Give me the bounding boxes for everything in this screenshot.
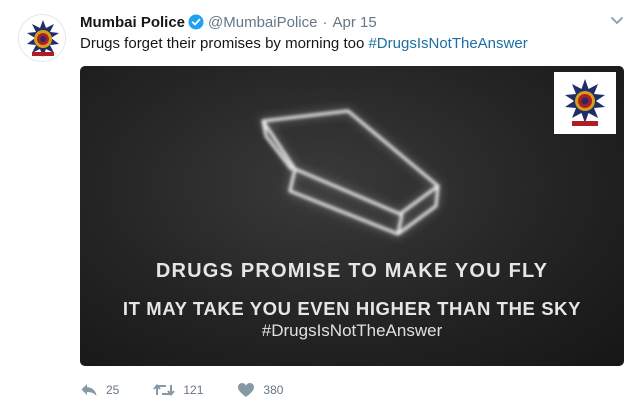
author-handle[interactable]: @MumbaiPolice xyxy=(208,14,317,31)
retweet-button[interactable]: 121 xyxy=(153,382,203,398)
police-emblem-icon xyxy=(21,17,65,61)
tweet-hashtag-link[interactable]: #DrugsIsNotTheAnswer xyxy=(368,35,527,52)
tweet-date[interactable]: Apr 15 xyxy=(332,14,376,31)
verified-badge-icon xyxy=(188,14,204,30)
retweet-count: 121 xyxy=(183,383,204,397)
heart-icon xyxy=(238,383,255,397)
police-emblem-icon xyxy=(561,77,609,126)
author-name[interactable]: Mumbai Police xyxy=(80,14,185,31)
tweet-header: Mumbai Police @MumbaiPolice · Apr 15 xyxy=(80,12,377,32)
like-count: 380 xyxy=(263,383,284,397)
tweet-text-body: Drugs forget their promises by morning t… xyxy=(80,35,369,52)
tweet-text: Drugs forget their promises by morning t… xyxy=(80,35,528,52)
tweet-actions: 25 121 380 xyxy=(80,380,317,400)
avatar[interactable] xyxy=(18,14,66,62)
reply-icon xyxy=(81,384,97,396)
police-logo-badge xyxy=(554,72,616,134)
image-hashtag: #DrugsIsNotTheAnswer xyxy=(261,321,443,340)
tweet-media-image[interactable]: DRUGS PROMISE TO MAKE YOU FLY IT MAY TAK… xyxy=(80,66,624,366)
reply-button[interactable]: 25 xyxy=(80,382,119,398)
tweet: Mumbai Police @MumbaiPolice · Apr 15 Dru… xyxy=(0,0,640,411)
like-button[interactable]: 380 xyxy=(237,382,283,398)
reply-count: 25 xyxy=(106,383,120,397)
chevron-down-icon[interactable] xyxy=(606,10,628,32)
separator-dot: · xyxy=(322,13,328,31)
retweet-icon xyxy=(153,383,176,397)
image-subline: IT MAY TAKE YOU EVEN HIGHER THAN THE SKY xyxy=(122,298,582,319)
image-headline: DRUGS PROMISE TO MAKE YOU FLY xyxy=(155,260,549,282)
